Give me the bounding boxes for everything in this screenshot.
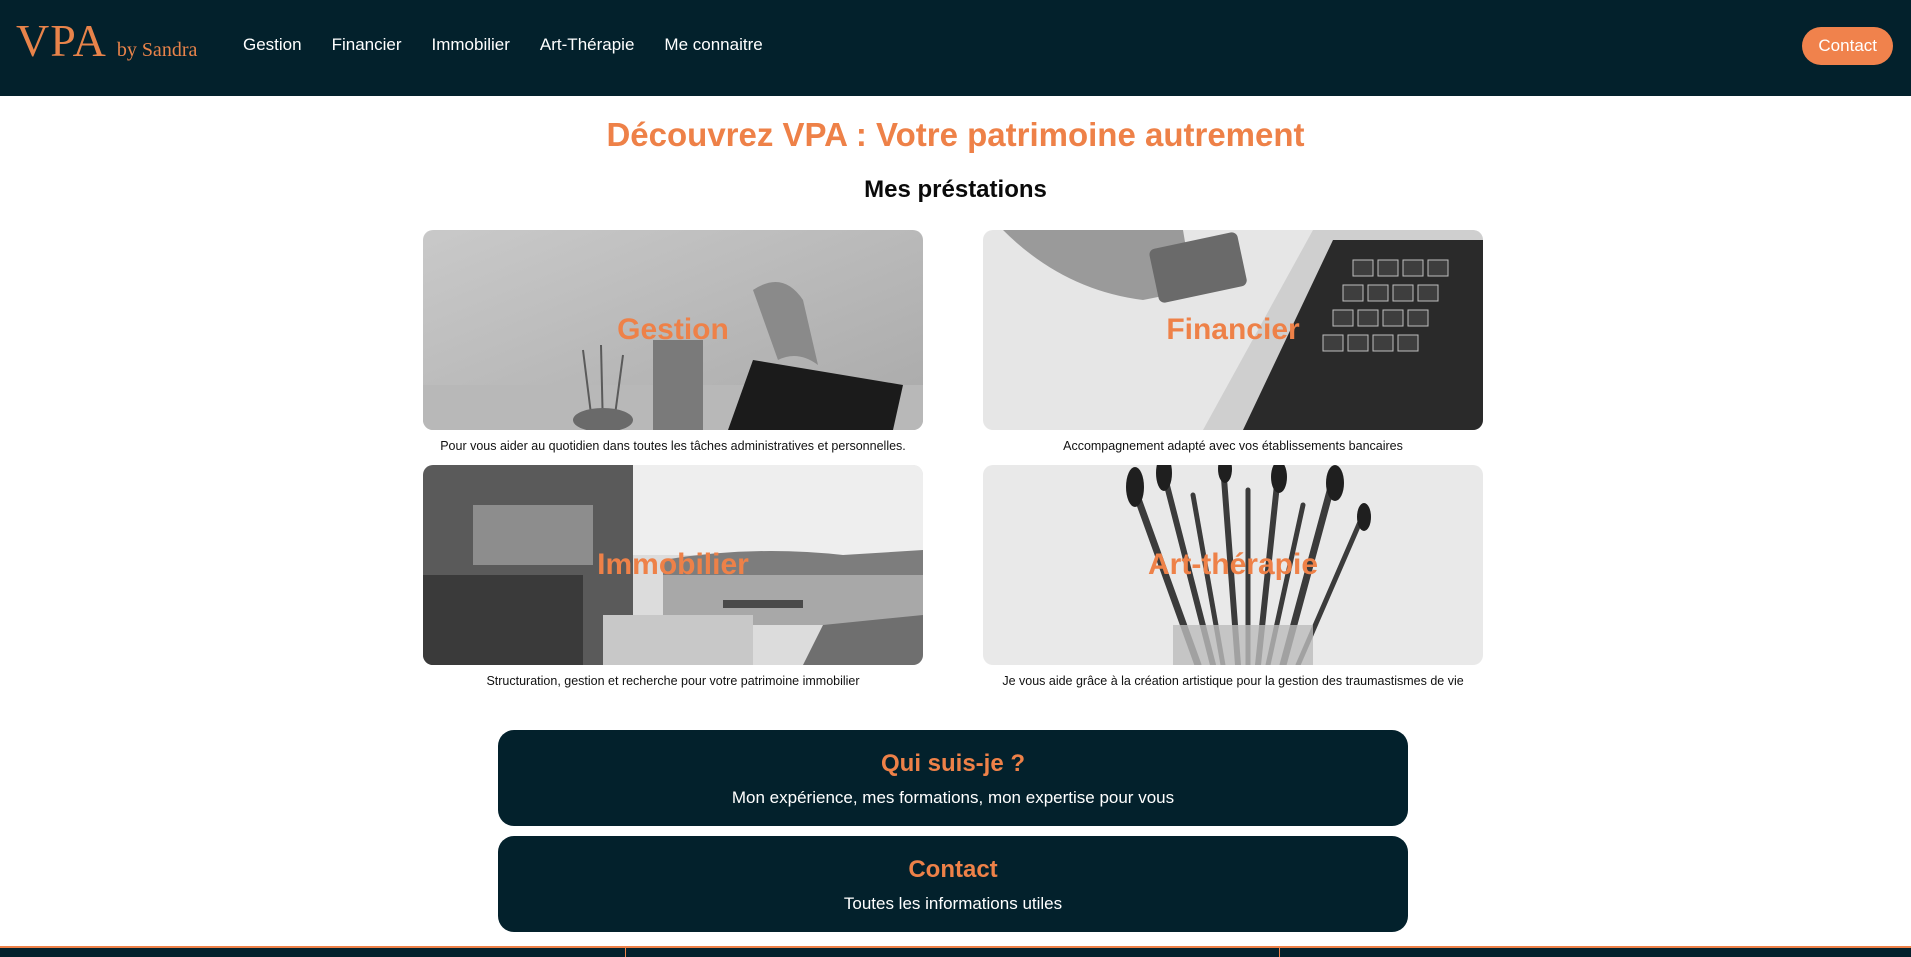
about-block[interactable]: Qui suis-je ? Mon expérience, mes format… [498,730,1408,826]
footer-divider [625,948,626,957]
nav-link-me-connaitre[interactable]: Me connaitre [664,35,762,55]
service-title-immobilier: Immobilier [597,548,749,581]
service-card-gestion[interactable]: Gestion [423,230,923,430]
contact-block-title: Contact [908,856,998,883]
nav-link-gestion[interactable]: Gestion [243,35,302,55]
section-title: Mes préstations [864,176,1047,203]
contact-block[interactable]: Contact Toutes les informations utiles [498,836,1408,932]
service-desc-art-therapie: Je vous aide grâce à la création artisti… [1002,674,1464,688]
nav-link-art-therapie[interactable]: Art-Thérapie [540,35,634,55]
main-menu: Gestion Financier Immobilier Art-Thérapi… [243,35,763,55]
logo-main-text: VPA [16,15,107,66]
contact-block-subtitle: Toutes les informations utiles [843,894,1063,913]
logo-sub-text: by Sandra [116,39,198,61]
about-title: Qui suis-je ? [880,750,1026,777]
contact-button[interactable]: Contact [1802,27,1893,65]
about-subtitle: Mon expérience, mes formations, mon expe… [731,788,1175,807]
footer [0,946,1911,957]
service-desc-financier: Accompagnement adapté avec vos établisse… [1063,439,1403,453]
service-title-gestion: Gestion [617,313,729,346]
nav-link-financier[interactable]: Financier [332,35,402,55]
service-title-art-therapie: Art-thérapie [1147,548,1319,581]
nav-link-immobilier[interactable]: Immobilier [432,35,510,55]
service-title-financier: Financier [1166,313,1300,346]
service-card-financier[interactable]: Financier [983,230,1483,430]
service-card-immobilier[interactable]: Immobilier [423,465,923,665]
footer-divider [1279,948,1280,957]
service-desc-gestion: Pour vous aider au quotidien dans toutes… [440,439,906,453]
service-desc-immobilier: Structuration, gestion et recherche pour… [486,674,860,688]
service-card-art-therapie[interactable]: Art-thérapie [983,465,1483,665]
brand-logo[interactable]: VPA by Sandra [16,14,197,67]
page-title: Découvrez VPA : Votre patrimoine autreme… [606,116,1305,153]
top-navbar: VPA by Sandra Gestion Financier Immobili… [0,0,1911,96]
